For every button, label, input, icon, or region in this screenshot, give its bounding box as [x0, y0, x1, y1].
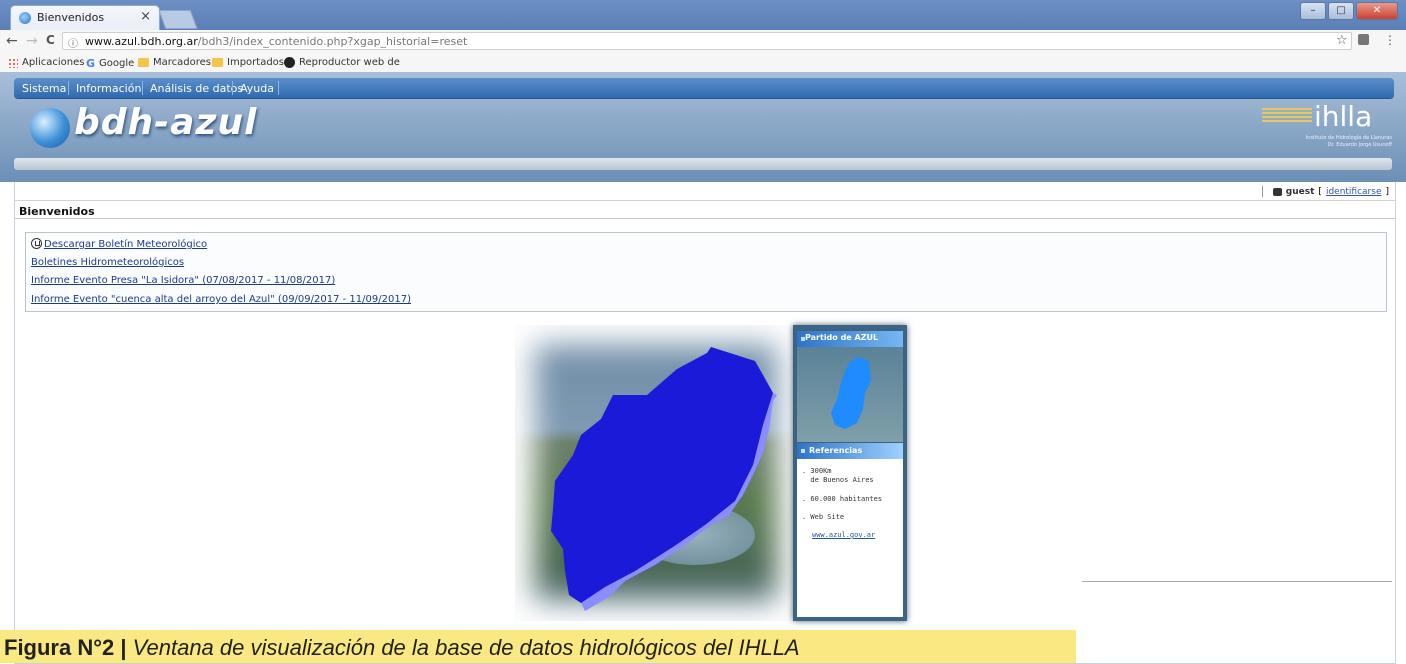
reference-distance: . 300Km de Buenos Aires: [802, 467, 874, 484]
bookmarks-bar: Aplicaciones G Google Marcadores Importad…: [0, 53, 1406, 73]
menu-divider: [278, 81, 279, 95]
tab-close-icon[interactable]: ×: [140, 9, 151, 24]
apps-icon: [8, 57, 18, 68]
menu-informacion[interactable]: Información: [76, 82, 141, 95]
back-icon[interactable]: ←: [6, 33, 18, 49]
menu-divider: [232, 81, 233, 95]
caption-label: Figura N°2 |: [4, 635, 127, 660]
menu-analisis-datos[interactable]: Análisis de datos: [150, 82, 243, 95]
caption-text: Ventana de visualización de la base de d…: [126, 635, 800, 660]
browser-tab-strip: Bienvenidos × – □ ✕: [0, 0, 1406, 30]
url-text: www.azul.bdh.org.ar/bdh3/index_contenido…: [85, 35, 468, 48]
bookmark-marcadores[interactable]: Marcadores: [138, 57, 211, 68]
report-cuenca-azul-link[interactable]: Informe Evento "cuenca alta del arroyo d…: [31, 294, 411, 305]
reference-website: . Web Site: [802, 513, 845, 521]
province-minimap: [797, 347, 903, 442]
download-bulletin-link[interactable]: Descargar Boletín Meteorológico: [31, 238, 207, 250]
browser-tab[interactable]: Bienvenidos ×: [10, 5, 160, 30]
folder-icon: [138, 58, 149, 67]
bookmark-spotify[interactable]: Reproductor web de: [284, 57, 400, 68]
bookmark-google[interactable]: G Google: [86, 57, 134, 70]
ihlla-emblem-icon: [1262, 108, 1312, 124]
report-la-isidora-link[interactable]: Informe Evento Presa "La Isidora" (07/08…: [31, 275, 335, 286]
divider: [1261, 186, 1263, 197]
divider: [15, 218, 1395, 219]
user-icon: [1272, 187, 1282, 196]
reference-population: . 60.000 habitantes: [802, 495, 883, 503]
site-menu-bar: Sistema Información Análisis de datos Ay…: [14, 78, 1394, 98]
google-icon: G: [86, 57, 96, 70]
menu-divider: [142, 81, 143, 95]
bookmark-star-icon[interactable]: ☆: [1336, 33, 1348, 48]
map-panel: Partido de AZUL Referencias . 300Km de B…: [515, 325, 907, 621]
azul-website-link[interactable]: www.azul.gov.ar: [812, 531, 875, 539]
menu-ayuda[interactable]: Ayuda: [240, 82, 274, 95]
site-favicon-icon: [19, 12, 31, 24]
window-close-icon[interactable]: ✕: [1356, 2, 1398, 20]
minimize-icon[interactable]: –: [1300, 2, 1326, 20]
district-info-panel: Partido de AZUL Referencias . 300Km de B…: [793, 325, 907, 621]
extension-icon[interactable]: [1358, 34, 1369, 45]
logo-text: bdh-azul: [74, 102, 258, 143]
login-link[interactable]: identificarse: [1326, 187, 1382, 197]
bullet-icon: [801, 449, 805, 453]
bdh-azul-logo[interactable]: bdh-azul: [30, 100, 330, 152]
window-controls: – □ ✕: [1300, 2, 1398, 20]
username: guest: [1285, 186, 1315, 197]
site-header: Sistema Información Análisis de datos Ay…: [0, 72, 1406, 182]
references-body: . 300Km de Buenos Aires . 60.000 habitan…: [797, 459, 903, 617]
figure-caption: Figura N°2 | Ventana de visualización de…: [0, 630, 1076, 663]
reload-icon[interactable]: C: [46, 33, 55, 47]
restore-icon[interactable]: □: [1328, 2, 1354, 20]
panel-title-bar: Partido de AZUL: [797, 331, 903, 347]
bookmark-importados[interactable]: Importados: [212, 57, 284, 68]
references-title: Referencias: [809, 446, 863, 455]
folder-icon: [212, 58, 223, 67]
ihlla-logo-text: ihlla: [1314, 100, 1373, 133]
spotify-icon: [284, 57, 295, 68]
ihlla-subtitle: Instituto de Hidrología de Llanuras Dr. …: [1305, 135, 1392, 148]
panel-title: Partido de AZUL: [805, 333, 879, 342]
browser-menu-icon[interactable]: ⋮: [1384, 33, 1396, 47]
page-title: Bienvenidos: [19, 205, 95, 218]
web-page: Sistema Información Análisis de datos Ay…: [0, 72, 1406, 664]
new-tab-button[interactable]: [158, 10, 198, 29]
bracket: ]: [1385, 186, 1389, 197]
globe-logo-icon: [30, 108, 70, 148]
tab-title: Bienvenidos: [37, 11, 105, 24]
bookmark-apps[interactable]: Aplicaciones: [8, 57, 84, 68]
menu-sistema[interactable]: Sistema: [22, 82, 66, 95]
ihlla-logo: ihlla Instituto de Hidrología de Llanura…: [1262, 100, 1392, 155]
divider: [1082, 581, 1392, 582]
district-shape: [551, 347, 773, 603]
menu-divider: [68, 81, 69, 95]
site-info-icon[interactable]: ⓘ: [68, 35, 78, 50]
content-area: guest [ identificarse ] Bienvenidos Desc…: [14, 182, 1396, 664]
bracket: [: [1318, 186, 1322, 197]
address-bar[interactable]: ⓘ www.azul.bdh.org.ar/bdh3/index_conteni…: [62, 32, 1352, 50]
header-stripe: [14, 158, 1392, 170]
azul-location-icon: [831, 357, 871, 429]
links-box: Descargar Boletín Meteorológico Boletine…: [25, 232, 1387, 312]
browser-toolbar: ← → C ⓘ www.azul.bdh.org.ar/bdh3/index_c…: [0, 30, 1406, 53]
map-background-image: [515, 325, 797, 621]
references-title-bar: Referencias: [797, 443, 903, 459]
download-icon: [31, 238, 42, 249]
bulletins-link[interactable]: Boletines Hidrometeorológicos: [31, 257, 184, 268]
azul-district-map[interactable]: [515, 325, 797, 621]
forward-icon[interactable]: →: [26, 33, 38, 49]
user-bar: guest [ identificarse ]: [15, 182, 1395, 201]
